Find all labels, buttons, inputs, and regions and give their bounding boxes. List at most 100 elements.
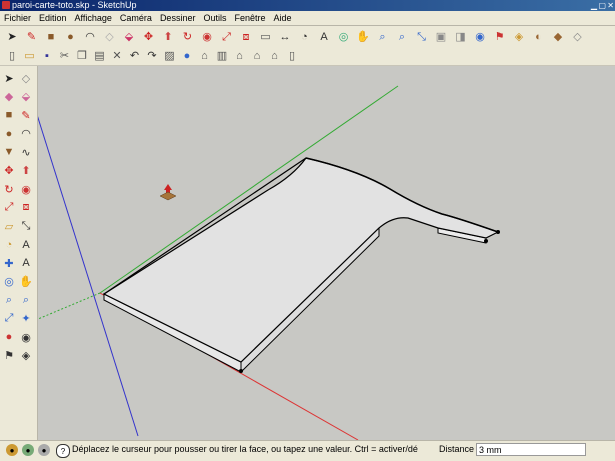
zoom-icon[interactable]: ⌕	[1, 292, 17, 308]
rotate-icon[interactable]: ↻	[180, 29, 196, 45]
dimension-icon[interactable]: ⤡	[18, 218, 34, 234]
maximize-icon[interactable]: ▢	[598, 0, 606, 11]
share-model-icon[interactable]: ◇	[570, 29, 586, 45]
zoom-extents-icon[interactable]: ⤢	[1, 311, 17, 327]
zoom-icon[interactable]: ⌕	[375, 29, 391, 45]
look-around-icon[interactable]: ◉	[472, 29, 488, 45]
position-camera-icon[interactable]: ◨	[453, 29, 469, 45]
vertex	[484, 239, 488, 243]
select-arrow-icon[interactable]: ➤	[4, 29, 20, 45]
pan-icon[interactable]: ✋	[18, 274, 34, 290]
scale-icon[interactable]: ⤢	[1, 200, 17, 216]
pencil-icon[interactable]: ✎	[24, 29, 40, 45]
help-icon[interactable]: ?	[56, 444, 70, 458]
rectangle-icon[interactable]: ■	[43, 29, 59, 45]
menu-aide[interactable]: Aide	[270, 11, 296, 25]
user-icon[interactable]: ●	[38, 444, 50, 456]
previous-icon[interactable]: ✦	[18, 311, 34, 327]
arc-icon[interactable]: ◠	[82, 29, 98, 45]
menu-edition[interactable]: Edition	[35, 11, 71, 25]
erase-icon[interactable]: ✕	[109, 48, 125, 64]
tape-measure-icon[interactable]: ▱	[1, 218, 17, 234]
text-icon[interactable]: A	[316, 29, 332, 45]
previous-view-icon[interactable]: ▣	[433, 29, 449, 45]
select-icon[interactable]: ➤	[1, 70, 17, 86]
paint-icon[interactable]: ⬙	[18, 89, 34, 105]
eraser-icon[interactable]: ◆	[1, 89, 17, 105]
new-icon[interactable]: ▯	[4, 48, 20, 64]
menu-affichage[interactable]: Affichage	[71, 11, 116, 25]
follow-me-icon[interactable]: ◉	[199, 29, 215, 45]
freehand-icon[interactable]: ∿	[18, 144, 34, 160]
top-view-icon[interactable]: ▥	[214, 48, 230, 64]
components-icon[interactable]: ◐	[531, 29, 547, 45]
offset-icon[interactable]: ⧈	[238, 29, 254, 45]
line-icon[interactable]: ✎	[18, 107, 34, 123]
section-plane-icon[interactable]: ◈	[511, 29, 527, 45]
measurements-box[interactable]: 3 mm	[476, 443, 586, 456]
follow-me-icon[interactable]: ◉	[18, 181, 34, 197]
menu-camera[interactable]: Caméra	[116, 11, 156, 25]
arc-icon[interactable]: ◠	[18, 126, 34, 142]
paste-icon[interactable]: ▤	[92, 48, 108, 64]
geo-location-icon[interactable]: ●	[6, 444, 18, 456]
menu-dessiner[interactable]: Dessiner	[156, 11, 200, 25]
right-view-icon[interactable]: ⌂	[249, 48, 265, 64]
measurements-label: Distance	[439, 444, 475, 454]
3d-text-icon[interactable]: A	[18, 255, 34, 271]
minimize-icon[interactable]: ▁	[591, 0, 597, 11]
orbit-icon[interactable]: ◎	[336, 29, 352, 45]
warehouse-icon[interactable]: ◆	[550, 29, 566, 45]
menu-fichier[interactable]: Fichier	[0, 11, 35, 25]
cut-icon[interactable]: ✂	[57, 48, 73, 64]
app-icon	[2, 1, 10, 9]
protractor-icon[interactable]: ◔	[297, 29, 313, 45]
move-icon[interactable]: ✥	[141, 29, 157, 45]
zoom-window-icon[interactable]: ⌕	[18, 292, 34, 308]
section-plane-icon[interactable]: ◈	[18, 348, 34, 364]
look-around-icon[interactable]: ◉	[18, 329, 34, 345]
text-icon[interactable]: A	[18, 237, 34, 253]
credits-icon[interactable]: ●	[22, 444, 34, 456]
polygon-icon[interactable]: ▼	[1, 144, 17, 160]
position-camera-icon[interactable]: ●	[1, 329, 17, 345]
zoom-extents-icon[interactable]: ⤡	[414, 29, 430, 45]
back-view-icon[interactable]: ⌂	[267, 48, 283, 64]
eraser-icon[interactable]: ◇	[102, 29, 118, 45]
left-view-icon[interactable]: ▯	[284, 48, 300, 64]
open-icon[interactable]: ▭	[22, 48, 38, 64]
paint-bucket-icon[interactable]: ⬙	[121, 29, 137, 45]
move-icon[interactable]: ✥	[1, 163, 17, 179]
rectangle-icon[interactable]: ■	[1, 107, 17, 123]
iso-view-icon[interactable]: ⌂	[197, 48, 213, 64]
make-component-icon[interactable]: ◇	[18, 70, 34, 86]
zoom-window-icon[interactable]: ⌕	[394, 29, 410, 45]
model-info-icon[interactable]: ●	[179, 48, 195, 64]
circle-icon[interactable]: ●	[1, 126, 17, 142]
close-icon[interactable]: ✕	[607, 0, 614, 11]
push-pull-cursor-icon	[159, 184, 177, 201]
orbit-icon[interactable]: ◎	[1, 274, 17, 290]
walk-icon[interactable]: ⚑	[492, 29, 508, 45]
copy-icon[interactable]: ❐	[74, 48, 90, 64]
rotate-icon[interactable]: ↻	[1, 181, 17, 197]
walk-icon[interactable]: ⚑	[1, 348, 17, 364]
tape-measure-icon[interactable]: ▭	[258, 29, 274, 45]
redo-icon[interactable]: ↷	[144, 48, 160, 64]
drawing-viewport[interactable]	[38, 66, 615, 440]
menu-outils[interactable]: Outils	[199, 11, 230, 25]
print-icon[interactable]: ▨	[162, 48, 178, 64]
pan-icon[interactable]: ✋	[355, 29, 371, 45]
offset-icon[interactable]: ⧈	[18, 200, 34, 216]
push-pull-icon[interactable]: ⬆	[160, 29, 176, 45]
front-view-icon[interactable]: ⌂	[232, 48, 248, 64]
dimension-icon[interactable]: ↔	[277, 29, 293, 45]
undo-icon[interactable]: ↶	[127, 48, 143, 64]
save-icon[interactable]: ▪	[39, 48, 55, 64]
scale-icon[interactable]: ⤢	[219, 29, 235, 45]
axes-icon[interactable]: ✚	[1, 255, 17, 271]
menu-fenetre[interactable]: Fenêtre	[230, 11, 269, 25]
push-pull-icon[interactable]: ⬆	[18, 163, 34, 179]
circle-icon[interactable]: ●	[63, 29, 79, 45]
protractor-icon[interactable]: ◔	[1, 237, 17, 253]
